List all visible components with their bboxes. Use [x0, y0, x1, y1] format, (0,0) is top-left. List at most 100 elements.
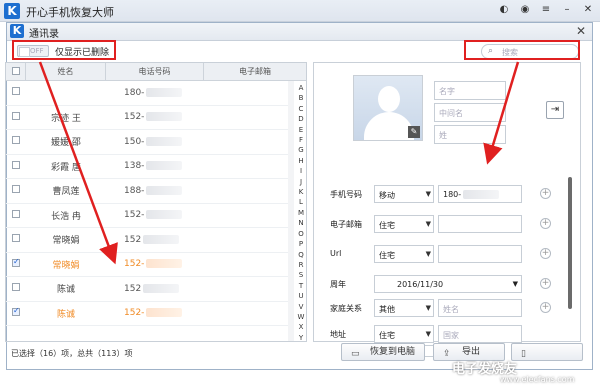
alphabet-index-letter[interactable]: N [296, 218, 306, 228]
alphabet-index-letter[interactable]: W [296, 312, 306, 322]
redacted-block [143, 283, 180, 293]
more-button[interactable]: ▯ [511, 343, 583, 361]
wechat-icon[interactable]: ◐ [498, 4, 510, 16]
url-type-value: 住宅 [379, 251, 395, 260]
row-checkbox[interactable] [12, 136, 20, 145]
chevron-down-icon: ▼ [425, 330, 431, 338]
add-family-icon[interactable]: + [540, 302, 551, 313]
alphabet-index-letter[interactable]: U [296, 291, 306, 301]
alphabet-index-letter[interactable]: T [296, 281, 306, 291]
contact-phone: 188- [106, 185, 188, 196]
table-row[interactable]: 陈诚 152- [6, 302, 288, 326]
table-row[interactable]: 180- [6, 81, 288, 106]
row-checkbox[interactable] [12, 306, 20, 316]
add-date-icon[interactable]: + [540, 278, 551, 289]
select-all-cell [6, 63, 26, 81]
alphabet-index-letter[interactable]: J [296, 177, 306, 187]
alphabet-index-letter[interactable]: M [296, 208, 306, 218]
alphabet-index-letter[interactable]: O [296, 229, 306, 239]
alphabet-index-letter[interactable]: Q [296, 250, 306, 260]
edit-avatar-icon[interactable]: ✎ [408, 126, 420, 138]
phone-type-select[interactable]: 移动 ▼ [374, 185, 434, 203]
email-label: 电子邮箱 [330, 220, 362, 229]
list-scrollbar[interactable] [288, 81, 294, 341]
alphabet-index-letter[interactable]: F [296, 135, 306, 145]
url-type-select[interactable]: 住宅 ▼ [374, 245, 434, 263]
alphabet-index-letter[interactable]: L [296, 197, 306, 207]
last-name-field[interactable]: 姓 [434, 125, 506, 144]
app-titlebar: K 开心手机恢复大师 ◐ ◉ ≡ – ✕ [0, 0, 600, 22]
phone-field[interactable]: 180- [438, 185, 522, 203]
alphabet-index-letter[interactable]: P [296, 239, 306, 249]
alphabet-index-letter[interactable]: D [296, 114, 306, 124]
row-checkbox[interactable] [12, 283, 20, 292]
alphabet-index-letter[interactable]: B [296, 93, 306, 103]
row-checkbox[interactable] [12, 185, 20, 194]
app-logo-icon: K [4, 3, 20, 19]
avatar-head [378, 86, 400, 112]
row-checkbox[interactable] [12, 87, 20, 96]
table-row[interactable]: 曹凤莲 188- [6, 179, 288, 204]
alphabet-index-letter[interactable]: H [296, 156, 306, 166]
detail-scrollbar[interactable] [568, 177, 572, 309]
middle-name-field[interactable]: 中间名 [434, 103, 506, 122]
column-header-name[interactable]: 姓名 [26, 63, 106, 81]
anniversary-field[interactable]: 2016/11/30 ▼ [374, 275, 522, 293]
alphabet-index-letter[interactable]: A [296, 83, 306, 93]
anniversary-value: 2016/11/30 [397, 280, 444, 289]
first-name-field[interactable]: 名字 [434, 81, 506, 100]
table-row[interactable]: 常晓娟 152 [6, 228, 288, 253]
country-field[interactable]: 国家 [438, 325, 522, 343]
row-checkbox[interactable] [12, 160, 20, 169]
email-field[interactable] [438, 215, 522, 233]
email-type-select[interactable]: 住宅 ▼ [374, 215, 434, 233]
table-row[interactable]: 常晓娟 152- [6, 253, 288, 277]
add-email-icon[interactable]: + [540, 218, 551, 229]
alphabet-index-letter[interactable]: C [296, 104, 306, 114]
phone-icon: ▯ [521, 349, 526, 359]
annotation-box-search [464, 40, 580, 60]
row-checkbox-cell [6, 234, 26, 245]
table-row[interactable]: 彩霞 唐 138- [6, 155, 288, 179]
table-row[interactable]: 宗迹 王 152- [6, 106, 288, 130]
alphabet-index-letter[interactable]: E [296, 125, 306, 135]
url-field[interactable] [438, 245, 522, 263]
row-checkbox[interactable] [12, 111, 20, 120]
alphabet-index-letter[interactable]: S [296, 270, 306, 280]
menu-icon[interactable]: ≡ [540, 4, 552, 16]
table-row[interactable]: 媛媛 邵 150- [6, 130, 288, 155]
weibo-icon[interactable]: ◉ [519, 4, 531, 16]
table-row[interactable]: 长浩 冉 152- [6, 204, 288, 228]
redacted-block [146, 136, 183, 146]
table-row[interactable]: 陈诚 152 [6, 277, 288, 302]
close-icon[interactable]: ✕ [582, 4, 594, 16]
alphabet-index-letter[interactable]: R [296, 260, 306, 270]
alphabet-index-letter[interactable]: G [296, 145, 306, 155]
url-label: Url [330, 249, 342, 258]
add-url-icon[interactable]: + [540, 248, 551, 259]
row-checkbox-cell [6, 87, 26, 98]
row-checkbox[interactable] [12, 257, 20, 267]
alphabet-index-letter[interactable]: V [296, 302, 306, 312]
alphabet-index-letter[interactable]: X [296, 322, 306, 332]
row-checkbox-cell [6, 111, 26, 123]
add-phone-icon[interactable]: + [540, 188, 551, 199]
export-contact-icon[interactable]: ⇥ [546, 101, 564, 119]
redacted-block [146, 87, 183, 97]
restore-to-pc-button[interactable]: ▭ 恢复到电脑 [341, 343, 425, 361]
row-checkbox[interactable] [12, 234, 20, 243]
contact-name: 彩霞 唐 [51, 162, 81, 173]
alphabet-index-letter[interactable]: K [296, 187, 306, 197]
family-type-select[interactable]: 其他 ▼ [374, 299, 434, 317]
alphabet-index-letter[interactable]: I [296, 166, 306, 176]
column-header-email[interactable]: 电子邮箱 [204, 63, 306, 81]
contact-phone-prefix: 152 [124, 283, 142, 294]
minimize-icon[interactable]: – [561, 4, 573, 16]
alphabet-index-letter[interactable]: Y [296, 333, 306, 341]
window-close-icon[interactable]: ✕ [576, 24, 586, 38]
select-all-checkbox[interactable] [11, 67, 20, 75]
row-checkbox[interactable] [12, 209, 20, 218]
family-name-field[interactable]: 姓名 [438, 299, 522, 317]
column-header-phone[interactable]: 电话号码 [106, 63, 204, 81]
address-type-select[interactable]: 住宅 ▼ [374, 325, 434, 343]
